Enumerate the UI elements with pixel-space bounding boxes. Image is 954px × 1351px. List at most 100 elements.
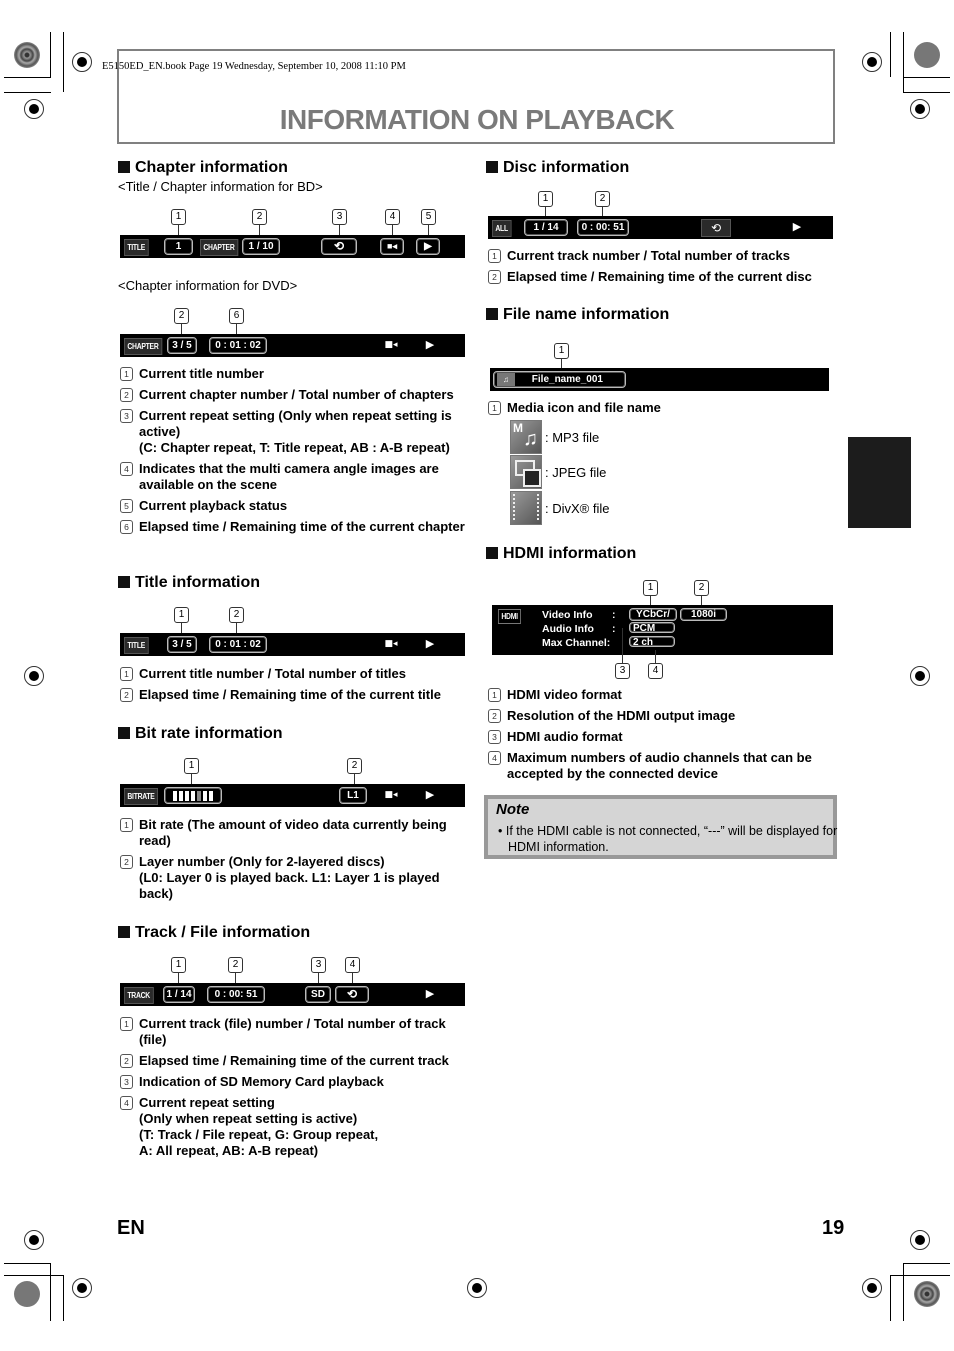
callout-1: 1 — [184, 758, 199, 774]
crosshair-mark-icon — [72, 52, 92, 72]
bitrate-label: BITRATE — [124, 788, 158, 805]
all-label: ALL — [492, 220, 512, 237]
bullet-square-icon — [486, 161, 498, 173]
callout-2: 2 — [174, 308, 189, 324]
filename-box: ♫ File_name_001 — [493, 371, 626, 388]
bullet-square-icon — [118, 161, 130, 173]
registration-disc-icon — [914, 1281, 940, 1307]
crop-line — [63, 32, 64, 92]
title-info-heading: Title information — [118, 574, 260, 592]
callout-1: 1 — [538, 191, 553, 207]
track-legend: 1 Current track (file) number / Total num… — [119, 1016, 474, 1164]
callout-3: 3 — [332, 209, 347, 225]
crosshair-mark-icon — [24, 666, 44, 686]
bullet-square-icon — [486, 547, 498, 559]
layer-number: L1 — [339, 787, 367, 804]
media-label: : JPEG file — [545, 464, 607, 480]
hdmi-legend: 1 HDMI video format 2 Resolution of the HD… — [487, 687, 837, 787]
repeat-icon: ⟲ — [335, 986, 369, 1003]
crosshair-mark-icon — [862, 52, 882, 72]
heading-text: Disc information — [503, 159, 630, 176]
crop-line — [63, 1275, 64, 1321]
hdmi-max-channel: 2 ch — [629, 636, 675, 648]
divx-file-icon — [510, 491, 542, 525]
bitrate-segment — [191, 790, 195, 801]
bitrate-info-heading: Bit rate information — [118, 725, 283, 743]
crop-line — [50, 32, 51, 77]
callout-2: 2 — [228, 957, 243, 973]
crop-line — [4, 92, 51, 93]
heading-text: HDMI information — [503, 545, 637, 562]
callout-1: 1 — [174, 607, 189, 623]
bitrate-legend: 1 Bit rate (The amount of video data curr… — [119, 817, 474, 907]
callout-3: 3 — [615, 663, 630, 679]
crop-line — [903, 77, 950, 78]
legend-item: 2 Resolution of the HDMI output image — [487, 708, 837, 724]
legend-item: 4 Maximum numbers of audio channels that … — [487, 750, 837, 782]
legend-item: 4 Indicates that the multi camera angle i… — [119, 461, 474, 493]
crosshair-mark-icon — [467, 1278, 487, 1298]
heading-text: Bit rate information — [135, 725, 283, 742]
bitrate-segment — [203, 790, 207, 801]
crosshair-mark-icon — [24, 1230, 44, 1250]
elapsed-time: 0 : 00: 51 — [207, 986, 265, 1003]
disc-legend: 1 Current track number / Total number of … — [487, 248, 837, 290]
play-status-icon: ▶ — [425, 788, 435, 801]
bitrate-segment — [179, 790, 183, 801]
dvd-osd-bar: CHAPTER 3 / 5 0 : 01 : 02 ■◂ ▶ — [120, 334, 465, 357]
language-label: EN — [117, 1217, 145, 1239]
play-status-icon: ▶ — [425, 987, 435, 1000]
page-number: 19 — [822, 1217, 845, 1239]
callout-4: 4 — [345, 957, 360, 973]
bd-caption: <Title / Chapter information for BD> — [118, 179, 323, 194]
title-number: 3 / 5 — [167, 636, 197, 653]
note-text: • If the HDMI cable is not connected, “-… — [498, 824, 838, 854]
elapsed-time: 0 : 01 : 02 — [209, 337, 267, 354]
crop-line — [890, 1275, 891, 1321]
callout-2: 2 — [252, 209, 267, 225]
callout-1: 1 — [643, 580, 658, 596]
chapter-number: 3 / 5 — [167, 337, 197, 354]
title-legend: 1 Current title number / Total number of … — [119, 666, 474, 708]
bullet-square-icon — [118, 926, 130, 938]
hdmi-field-labels: Video Info: Audio Info: Max Channel: — [542, 609, 616, 649]
mp3-file-icon: ♫ — [497, 373, 515, 386]
crop-line — [4, 77, 51, 78]
legend-item: 2 Layer number (Only for 2-layered discs)… — [119, 854, 474, 902]
repeat-icon: ⟲ — [321, 238, 357, 255]
dvd-caption: <Chapter information for DVD> — [118, 278, 298, 293]
hdmi-osd-panel: HDMI Video Info: Audio Info: Max Channel… — [492, 605, 833, 655]
bullet-square-icon — [486, 308, 498, 320]
legend-item: 1 HDMI video format — [487, 687, 837, 703]
legend-item: 1 Bit rate (The amount of video data curr… — [119, 817, 474, 849]
media-row-jpeg: : JPEG file — [510, 455, 606, 489]
heading-text: Track / File information — [135, 924, 311, 941]
legend-item: 6 Elapsed time / Remaining time of the cu… — [119, 519, 474, 535]
bitrate-segment — [197, 790, 201, 801]
legend-item: 2 Elapsed time / Remaining time of the cu… — [119, 1053, 474, 1069]
legend-item: 2 Elapsed time / Remaining time of the cu… — [119, 687, 474, 703]
crop-line — [4, 1263, 51, 1264]
media-label: : MP3 file — [545, 429, 600, 445]
crop-line — [903, 1263, 950, 1264]
crop-line — [890, 32, 891, 77]
filename-info-heading: File name information — [486, 306, 669, 324]
book-meta: E5150ED_EN.book Page 19 Wednesday, Septe… — [102, 61, 406, 72]
legend-item: 5 Current playback status — [119, 498, 474, 514]
hdmi-audio-format: PCM — [629, 622, 675, 634]
legend-item: 3 Current repeat setting (Only when repea… — [119, 408, 474, 456]
callout-2: 2 — [347, 758, 362, 774]
crosshair-mark-icon — [910, 1230, 930, 1250]
track-number: 1 / 14 — [524, 219, 568, 236]
callout-1: 1 — [171, 209, 186, 225]
legend-item: 1 Current title number — [119, 366, 474, 382]
note-box: Note • If the HDMI cable is not connecte… — [484, 795, 837, 859]
legend-item: 1 Media icon and file name — [487, 400, 837, 416]
callout-2: 2 — [595, 191, 610, 207]
heading-text: Title information — [135, 574, 261, 591]
hdmi-info-heading: HDMI information — [486, 545, 636, 563]
camera-angle-icon: ■◂ — [384, 790, 398, 800]
callout-6: 6 — [229, 308, 244, 324]
hdmi-video-format: YCbCr/ — [629, 608, 677, 621]
play-status-icon: ▶ — [416, 238, 440, 255]
